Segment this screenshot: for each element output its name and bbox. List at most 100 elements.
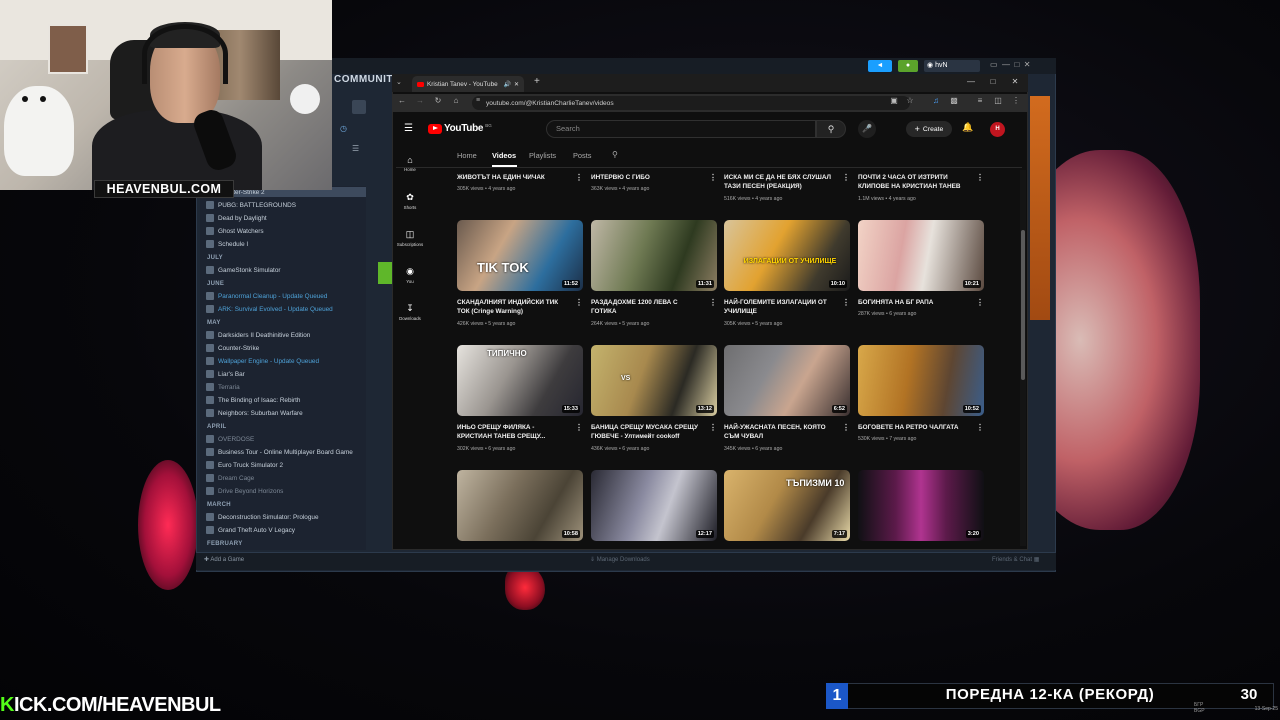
taskbar-date[interactable]: 13-Sep-25 xyxy=(1236,706,1278,712)
tab-home[interactable]: Home xyxy=(457,151,477,160)
video-menu-icon[interactable]: ⋮ xyxy=(976,298,984,307)
minimize-button[interactable]: — xyxy=(964,77,978,86)
library-item[interactable]: Counter-Strike xyxy=(206,344,259,352)
library-item[interactable]: Paranormal Cleanup - Update Queued xyxy=(206,292,327,300)
video-title[interactable]: БОГИНЯТА НА БГ РАПА xyxy=(858,298,970,307)
new-tab-button[interactable]: + xyxy=(534,76,540,87)
address-bar-input[interactable]: youtube.com/@KristianCharlieTanev/videos xyxy=(472,96,910,110)
library-item[interactable]: Dream Cage xyxy=(206,474,254,482)
hamburger-menu-icon[interactable]: ☰ xyxy=(404,123,413,134)
library-item[interactable]: Ghost Watchers xyxy=(206,227,264,235)
video-thumbnail[interactable]: 10:21 xyxy=(858,220,984,291)
library-item[interactable]: Dead by Daylight xyxy=(206,214,267,222)
library-item[interactable]: PUBG: BATTLEGROUNDS xyxy=(206,201,296,209)
library-section-march[interactable]: MARCH xyxy=(207,502,231,508)
video-title[interactable]: БАНИЦА СРЕЩУ МУСАКА СРЕЩУ ГЮВЕЧЕ - Ултим… xyxy=(591,423,703,441)
video-menu-icon[interactable]: ⋮ xyxy=(842,423,850,432)
steam-grid-icon[interactable] xyxy=(352,100,366,114)
library-item[interactable]: Liar's Bar xyxy=(206,370,245,378)
video-thumbnail[interactable]: ТЪПИЗМИ 10 7:17 xyxy=(724,470,850,541)
steam-window-controls[interactable]: ▭ — □ ✕ xyxy=(990,60,1030,69)
browser-tab-youtube[interactable]: Kristian Tanev - YouTube 🔊 ✕ xyxy=(412,76,524,92)
steam-clock-icon[interactable]: ◷ xyxy=(340,124,347,133)
library-item[interactable]: The Binding of Isaac: Rebirth xyxy=(206,396,300,404)
bookmark-star-icon[interactable]: ☆ xyxy=(904,96,916,105)
steam-play-button[interactable] xyxy=(378,262,392,284)
library-section-april[interactable]: APRIL xyxy=(207,424,227,430)
channel-search-icon[interactable]: ⚲ xyxy=(612,150,618,159)
video-thumbnail[interactable]: 6:52 xyxy=(724,345,850,416)
video-thumbnail[interactable]: ИЗЛАГАЦИИ ОТ УЧИЛИЩЕ 10:10 xyxy=(724,220,850,291)
page-scrollbar-thumb[interactable] xyxy=(1021,230,1025,380)
video-title[interactable]: НАЙ-ГОЛЕМИТЕ ИЗЛАГАЦИИ ОТ УЧИЛИЩЕ xyxy=(724,298,836,316)
library-item[interactable]: Euro Truck Simulator 2 xyxy=(206,461,283,469)
video-thumbnail[interactable]: 11:31 xyxy=(591,220,717,291)
youtube-logo[interactable]: YouTube BG xyxy=(428,123,492,134)
rail-item-you[interactable]: ◉ You xyxy=(396,266,424,284)
maximize-button[interactable]: □ xyxy=(986,77,1000,86)
video-menu-icon[interactable]: ⋮ xyxy=(575,173,583,182)
video-menu-icon[interactable]: ⋮ xyxy=(575,423,583,432)
site-info-icon[interactable]: ≡ xyxy=(476,97,480,104)
media-icon[interactable]: ♫ xyxy=(930,96,942,105)
video-thumbnail[interactable]: 10:58 xyxy=(457,470,583,541)
video-title[interactable]: ИНЬО СРЕЩУ ФИЛЯКА - КРИСТИАН ТАНЕВ СРЕЩУ… xyxy=(457,423,569,441)
video-menu-icon[interactable]: ⋮ xyxy=(709,173,717,182)
library-item[interactable]: Drive Beyond Horizons xyxy=(206,487,283,495)
library-item[interactable]: Neighbors: Suburban Warfare xyxy=(206,409,303,417)
tab-audio-icon[interactable]: 🔊 xyxy=(503,81,510,88)
add-game-button[interactable]: ✚ Add a Game xyxy=(204,556,244,563)
video-menu-icon[interactable]: ⋮ xyxy=(842,298,850,307)
video-thumbnail[interactable]: ТИПИЧНО 15:33 xyxy=(457,345,583,416)
library-item[interactable]: OVERDOSE xyxy=(206,435,254,443)
library-item[interactable]: Business Tour - Online Multiplayer Board… xyxy=(206,448,353,456)
avatar[interactable]: H xyxy=(990,122,1005,137)
steam-broadcast-icon[interactable]: ◄ xyxy=(868,60,892,72)
reload-icon[interactable]: ↻ xyxy=(432,96,444,105)
video-title[interactable]: РАЗДАДОХМЕ 1200 ЛЕВА С ГОТИКА xyxy=(591,298,703,316)
library-section-february[interactable]: FEBRUARY xyxy=(207,541,243,547)
library-item[interactable]: Terraria xyxy=(206,383,240,391)
library-section-july[interactable]: JULY xyxy=(207,255,223,261)
forward-arrow-icon[interactable]: → xyxy=(414,96,426,105)
split-view-icon[interactable]: ◫ xyxy=(992,96,1004,105)
video-menu-icon[interactable]: ⋮ xyxy=(709,423,717,432)
library-item[interactable]: Schedule I xyxy=(206,240,248,248)
friends-chat-button[interactable]: Friends & Chat ▦ xyxy=(992,556,1039,563)
video-thumbnail[interactable]: 12:17 xyxy=(591,470,717,541)
manage-downloads-button[interactable]: ⇓ Manage Downloads xyxy=(590,556,650,563)
create-button[interactable]: + Create xyxy=(906,121,952,137)
video-menu-icon[interactable]: ⋮ xyxy=(709,298,717,307)
install-app-icon[interactable]: ▣ xyxy=(888,96,900,105)
video-title[interactable]: ИНТЕРВЮ С ГИБО xyxy=(591,173,703,182)
search-icon[interactable]: ⚲ xyxy=(816,120,846,138)
video-title[interactable]: ЖИВОТЪТ НА ЕДИН ЧИЧАК xyxy=(457,173,569,182)
video-title[interactable]: СКАНДАЛНИЯТ ИНДИЙСКИ ТИК ТОК (Cringe War… xyxy=(457,298,569,316)
rail-item-subscriptions[interactable]: ◫ Subscriptions xyxy=(396,229,424,247)
tab-list-icon[interactable]: ⌄ xyxy=(396,78,402,86)
library-item[interactable]: Wallpaper Engine - Update Queued xyxy=(206,357,319,365)
video-title[interactable]: ИСКА МИ СЕ ДА НЕ БЯХ СЛУШАЛ ТАЗИ ПЕСЕН (… xyxy=(724,173,836,191)
back-arrow-icon[interactable]: ← xyxy=(396,96,408,105)
video-thumbnail[interactable]: 10:52 xyxy=(858,345,984,416)
library-section-june[interactable]: JUNE xyxy=(207,281,224,287)
tab-posts[interactable]: Posts xyxy=(573,151,591,160)
video-menu-icon[interactable]: ⋮ xyxy=(842,173,850,182)
library-section-may[interactable]: MAY xyxy=(207,320,221,326)
library-item[interactable]: Deconstruction Simulator: Prologue xyxy=(206,513,319,521)
library-item[interactable]: Darksiders II Deathinitive Edition xyxy=(206,331,310,339)
video-title[interactable]: НАЙ-УЖАСНАТА ПЕСЕН, КОЯТО СЪМ ЧУВАЛ xyxy=(724,423,836,441)
rail-item-shorts[interactable]: ✿ Shorts xyxy=(396,192,424,210)
library-item[interactable]: ARK: Survival Evolved - Update Queued xyxy=(206,305,333,313)
video-menu-icon[interactable]: ⋮ xyxy=(575,298,583,307)
library-item[interactable]: Grand Theft Auto V Legacy xyxy=(206,526,295,534)
video-thumbnail[interactable]: VS 13:12 xyxy=(591,345,717,416)
home-icon[interactable]: ⌂ xyxy=(450,96,462,105)
video-title[interactable]: ПОЧТИ 2 ЧАСА ОТ ИЗТРИТИ КЛИПОВЕ НА КРИСТ… xyxy=(858,173,970,191)
extensions-icon[interactable]: ▩ xyxy=(948,96,960,105)
sidebar-icon[interactable]: ≡ xyxy=(974,96,986,105)
video-menu-icon[interactable]: ⋮ xyxy=(976,423,984,432)
steam-filter-icon[interactable]: ☰ xyxy=(352,144,359,153)
video-menu-icon[interactable]: ⋮ xyxy=(976,173,984,182)
steam-user-menu[interactable]: ◉ hvN xyxy=(924,60,980,72)
